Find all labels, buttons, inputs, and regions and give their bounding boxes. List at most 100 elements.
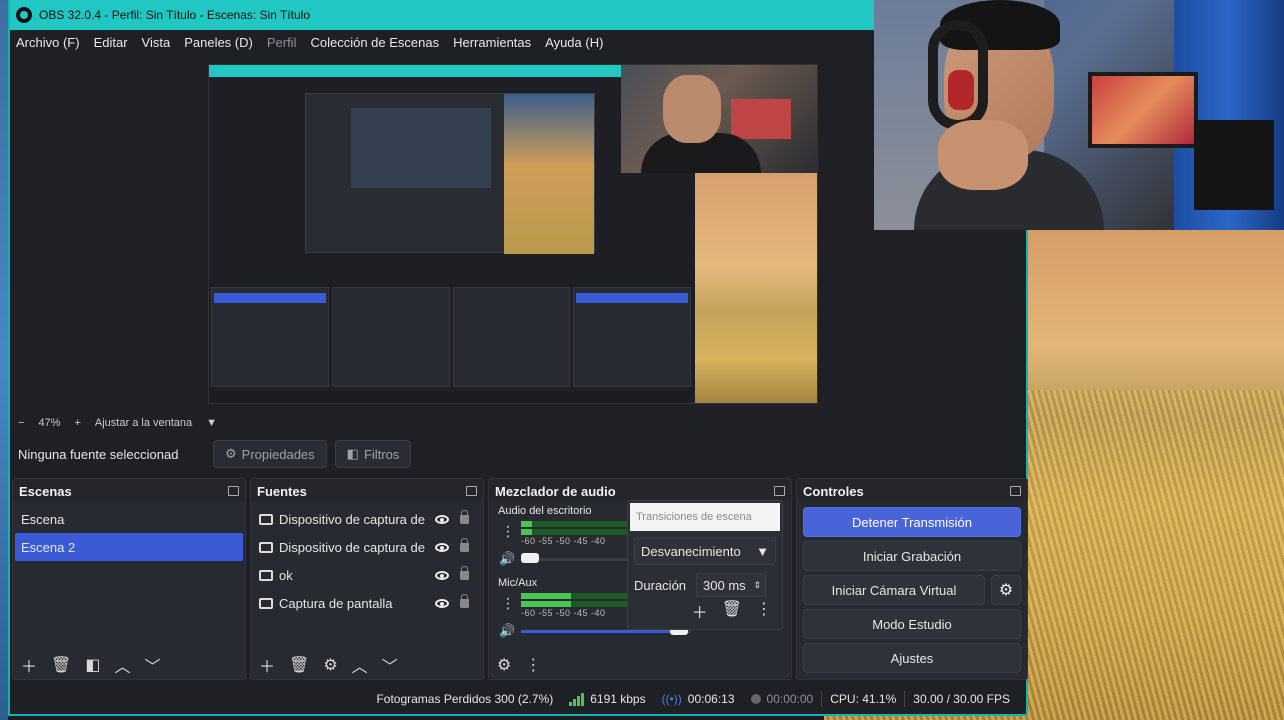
menu-paneles[interactable]: Paneles (D): [184, 35, 253, 50]
kebab-menu-icon[interactable]: ⋮: [525, 655, 541, 675]
undock-icon[interactable]: [1010, 486, 1021, 496]
stream-time: 00:06:13: [687, 692, 735, 706]
headphone-accent: [948, 70, 974, 110]
undock-icon[interactable]: [466, 486, 477, 496]
eye-icon[interactable]: [435, 598, 449, 608]
add-icon[interactable]: ＋: [692, 599, 708, 623]
trash-icon[interactable]: 🗑: [722, 599, 742, 623]
start-recording-button[interactable]: Iniciar Grabación: [803, 541, 1021, 571]
move-up-icon[interactable]: ︿: [352, 653, 368, 677]
trash-icon[interactable]: 🗑: [51, 655, 71, 675]
eye-icon[interactable]: [435, 514, 449, 524]
menu-vista[interactable]: Vista: [142, 35, 171, 50]
scene-item[interactable]: Escena: [15, 505, 243, 533]
tv-screen: [1088, 72, 1198, 148]
status-bar: Fotogramas Perdidos 300 (2.7%) 6191 kbps…: [10, 686, 1026, 712]
level-meter: [521, 593, 631, 599]
properties-label: Propiedades: [241, 446, 315, 462]
source-item[interactable]: Captura de pantalla: [251, 589, 483, 617]
undock-icon[interactable]: [228, 486, 239, 496]
studio-mode-button[interactable]: Modo Estudio: [803, 609, 1021, 639]
lock-icon[interactable]: [460, 593, 469, 608]
menu-perfil[interactable]: Perfil: [267, 35, 297, 50]
dropped-frames: Fotogramas Perdidos 300 (2.7%): [376, 692, 554, 706]
transition-actions: ＋ 🗑 ⋮: [692, 599, 772, 623]
record-icon: [750, 694, 761, 704]
menu-bar: Archivo (F) Editar Vista Paneles (D) Per…: [10, 30, 876, 54]
trash-icon[interactable]: 🗑: [289, 655, 309, 675]
nested-mixer-panel: [452, 287, 571, 387]
bitrate-segment: 6191 kbps: [561, 692, 653, 706]
program-preview[interactable]: [208, 64, 818, 404]
filters-button[interactable]: ◧ Filtros: [334, 440, 412, 468]
source-item[interactable]: ok: [251, 561, 483, 589]
start-virtual-cam-button[interactable]: Iniciar Cámara Virtual: [803, 575, 985, 605]
add-icon[interactable]: ＋: [259, 653, 275, 677]
gear-icon[interactable]: ⚙: [323, 655, 337, 675]
transition-select[interactable]: Desvanecimiento ▼: [634, 537, 776, 565]
add-icon[interactable]: ＋: [21, 653, 37, 677]
filters-label: Filtros: [363, 446, 400, 462]
kebab-menu-icon[interactable]: ⋮: [501, 523, 515, 540]
menu-editar[interactable]: Editar: [94, 35, 128, 50]
level-meter: [521, 521, 631, 527]
shoe-box: [1194, 120, 1274, 210]
move-up-icon[interactable]: ︿: [114, 653, 130, 677]
menu-archivo[interactable]: Archivo (F): [16, 35, 80, 50]
sources-title: Fuentes: [257, 483, 307, 499]
volume-slider-knob[interactable]: [521, 553, 539, 563]
zoom-out-button[interactable]: −: [18, 417, 24, 429]
controls-dock: Controles Detener Transmisión Iniciar Gr…: [796, 478, 1028, 680]
obs-logo-icon: [16, 7, 32, 23]
level-meter-fill: [521, 529, 532, 535]
undock-icon[interactable]: [774, 486, 785, 496]
speaker-icon[interactable]: 🔊: [499, 623, 515, 639]
duration-input[interactable]: 300 ms ⇕: [696, 573, 767, 597]
zoom-in-button[interactable]: +: [74, 417, 80, 429]
virtual-cam-settings-button[interactable]: ⚙: [991, 575, 1021, 605]
menu-ayuda[interactable]: Ayuda (H): [545, 35, 603, 50]
level-meter-fill: [521, 593, 571, 599]
controls-title: Controles: [803, 483, 864, 499]
source-item[interactable]: Dispositivo de captura de v: [251, 533, 483, 561]
sources-footer: ＋ 🗑 ⚙ ︿ ﹀: [251, 651, 483, 679]
spinner-icon[interactable]: ⇕: [753, 580, 761, 591]
duration-label: Duración: [634, 577, 687, 593]
nested-desert: [695, 173, 817, 403]
speaker-icon[interactable]: 🔊: [499, 551, 515, 567]
stop-stream-button[interactable]: Detener Transmisión: [803, 507, 1021, 537]
source-item[interactable]: Dispositivo de captura de v: [251, 505, 483, 533]
lock-icon[interactable]: [460, 537, 469, 552]
lock-icon[interactable]: [460, 509, 469, 524]
move-down-icon[interactable]: ﹀: [144, 653, 160, 677]
filter-icon[interactable]: ◧: [85, 655, 100, 675]
monitor-icon: [259, 569, 273, 581]
properties-button[interactable]: ⚙ Propiedades: [213, 440, 327, 468]
sources-dock: Fuentes Dispositivo de captura de v Disp…: [250, 478, 484, 680]
nested-mini-desert: [504, 94, 594, 254]
kebab-menu-icon[interactable]: ⋮: [501, 595, 515, 612]
source-label: Captura de pantalla: [279, 595, 393, 611]
camera-icon: [259, 513, 273, 525]
level-meter: [521, 601, 631, 607]
eye-icon[interactable]: [435, 570, 449, 580]
duration-row: Duración 300 ms ⇕: [634, 571, 776, 599]
stream-time-segment: ((•)) 00:06:13: [654, 692, 743, 706]
settings-button[interactable]: Ajustes: [803, 643, 1021, 673]
scene-item-selected[interactable]: Escena 2: [15, 533, 243, 561]
controls-header: Controles: [797, 479, 1027, 503]
kebab-menu-icon[interactable]: ⋮: [756, 599, 772, 623]
camera-icon: [259, 541, 273, 553]
menu-herramientas[interactable]: Herramientas: [453, 35, 531, 50]
fit-window-label: Ajustar a la ventana: [94, 417, 193, 429]
source-toolbar: Ninguna fuente seleccionad ⚙ Propiedades…: [10, 438, 1026, 470]
nested-sources-panel: [331, 287, 450, 387]
fit-dropdown-icon[interactable]: ▼: [206, 417, 217, 429]
mixer-settings-icon[interactable]: ⚙: [497, 655, 511, 675]
scenes-footer: ＋ 🗑 ◧ ︿ ﹀: [13, 651, 245, 679]
lock-icon[interactable]: [460, 565, 469, 580]
menu-coleccion-escenas[interactable]: Colección de Escenas: [310, 35, 439, 50]
transition-value: Desvanecimiento: [641, 543, 741, 559]
move-down-icon[interactable]: ﹀: [382, 653, 398, 677]
eye-icon[interactable]: [435, 542, 449, 552]
